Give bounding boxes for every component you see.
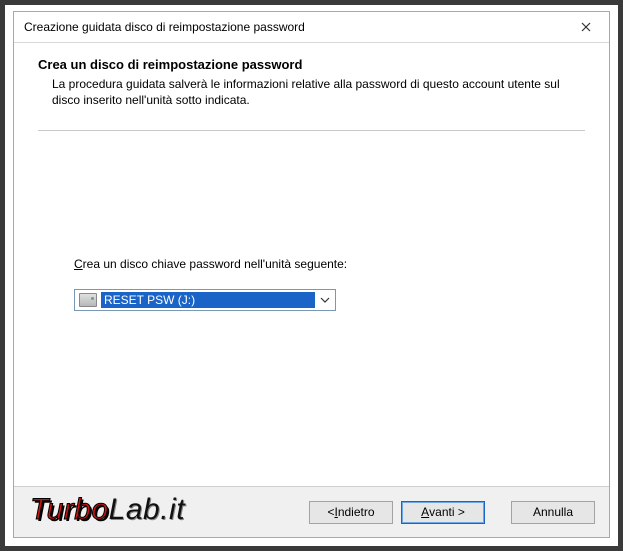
wizard-header: Crea un disco di reimpostazione password… (14, 43, 609, 141)
cancel-button[interactable]: Annulla (511, 501, 595, 524)
drive-select-combo[interactable]: RESET PSW (J:) (74, 289, 336, 311)
chevron-down-icon (315, 294, 335, 306)
drive-select-label: Crea un disco chiave password nell'unità… (74, 257, 347, 271)
back-button-rest: ndietro (338, 505, 375, 519)
header-separator (38, 130, 585, 131)
cancel-button-label: Annulla (533, 505, 573, 519)
back-button[interactable]: < Indietro (309, 501, 393, 524)
drive-icon (79, 293, 97, 307)
close-icon (581, 20, 591, 34)
drive-select-value: RESET PSW (J:) (101, 292, 315, 308)
close-button[interactable] (563, 12, 609, 42)
drive-select-label-text: rea un disco chiave password nell'unità … (83, 257, 347, 271)
wizard-header-title: Crea un disco di reimpostazione password (38, 57, 585, 72)
drive-select-label-accel: C (74, 257, 83, 271)
window-title: Creazione guidata disco di reimpostazion… (24, 20, 563, 34)
wizard-body: Crea un disco chiave password nell'unità… (14, 141, 609, 486)
next-button[interactable]: Avanti > (401, 501, 485, 524)
next-button-rest: vanti > (429, 505, 465, 519)
titlebar: Creazione guidata disco di reimpostazion… (14, 12, 609, 43)
wizard-window: Creazione guidata disco di reimpostazion… (13, 11, 610, 538)
back-button-pre: < (327, 505, 334, 519)
next-button-accel: A (421, 505, 429, 519)
wizard-header-description: La procedura guidata salverà le informaz… (38, 76, 572, 108)
wizard-footer: < Indietro Avanti > Annulla (14, 486, 609, 537)
